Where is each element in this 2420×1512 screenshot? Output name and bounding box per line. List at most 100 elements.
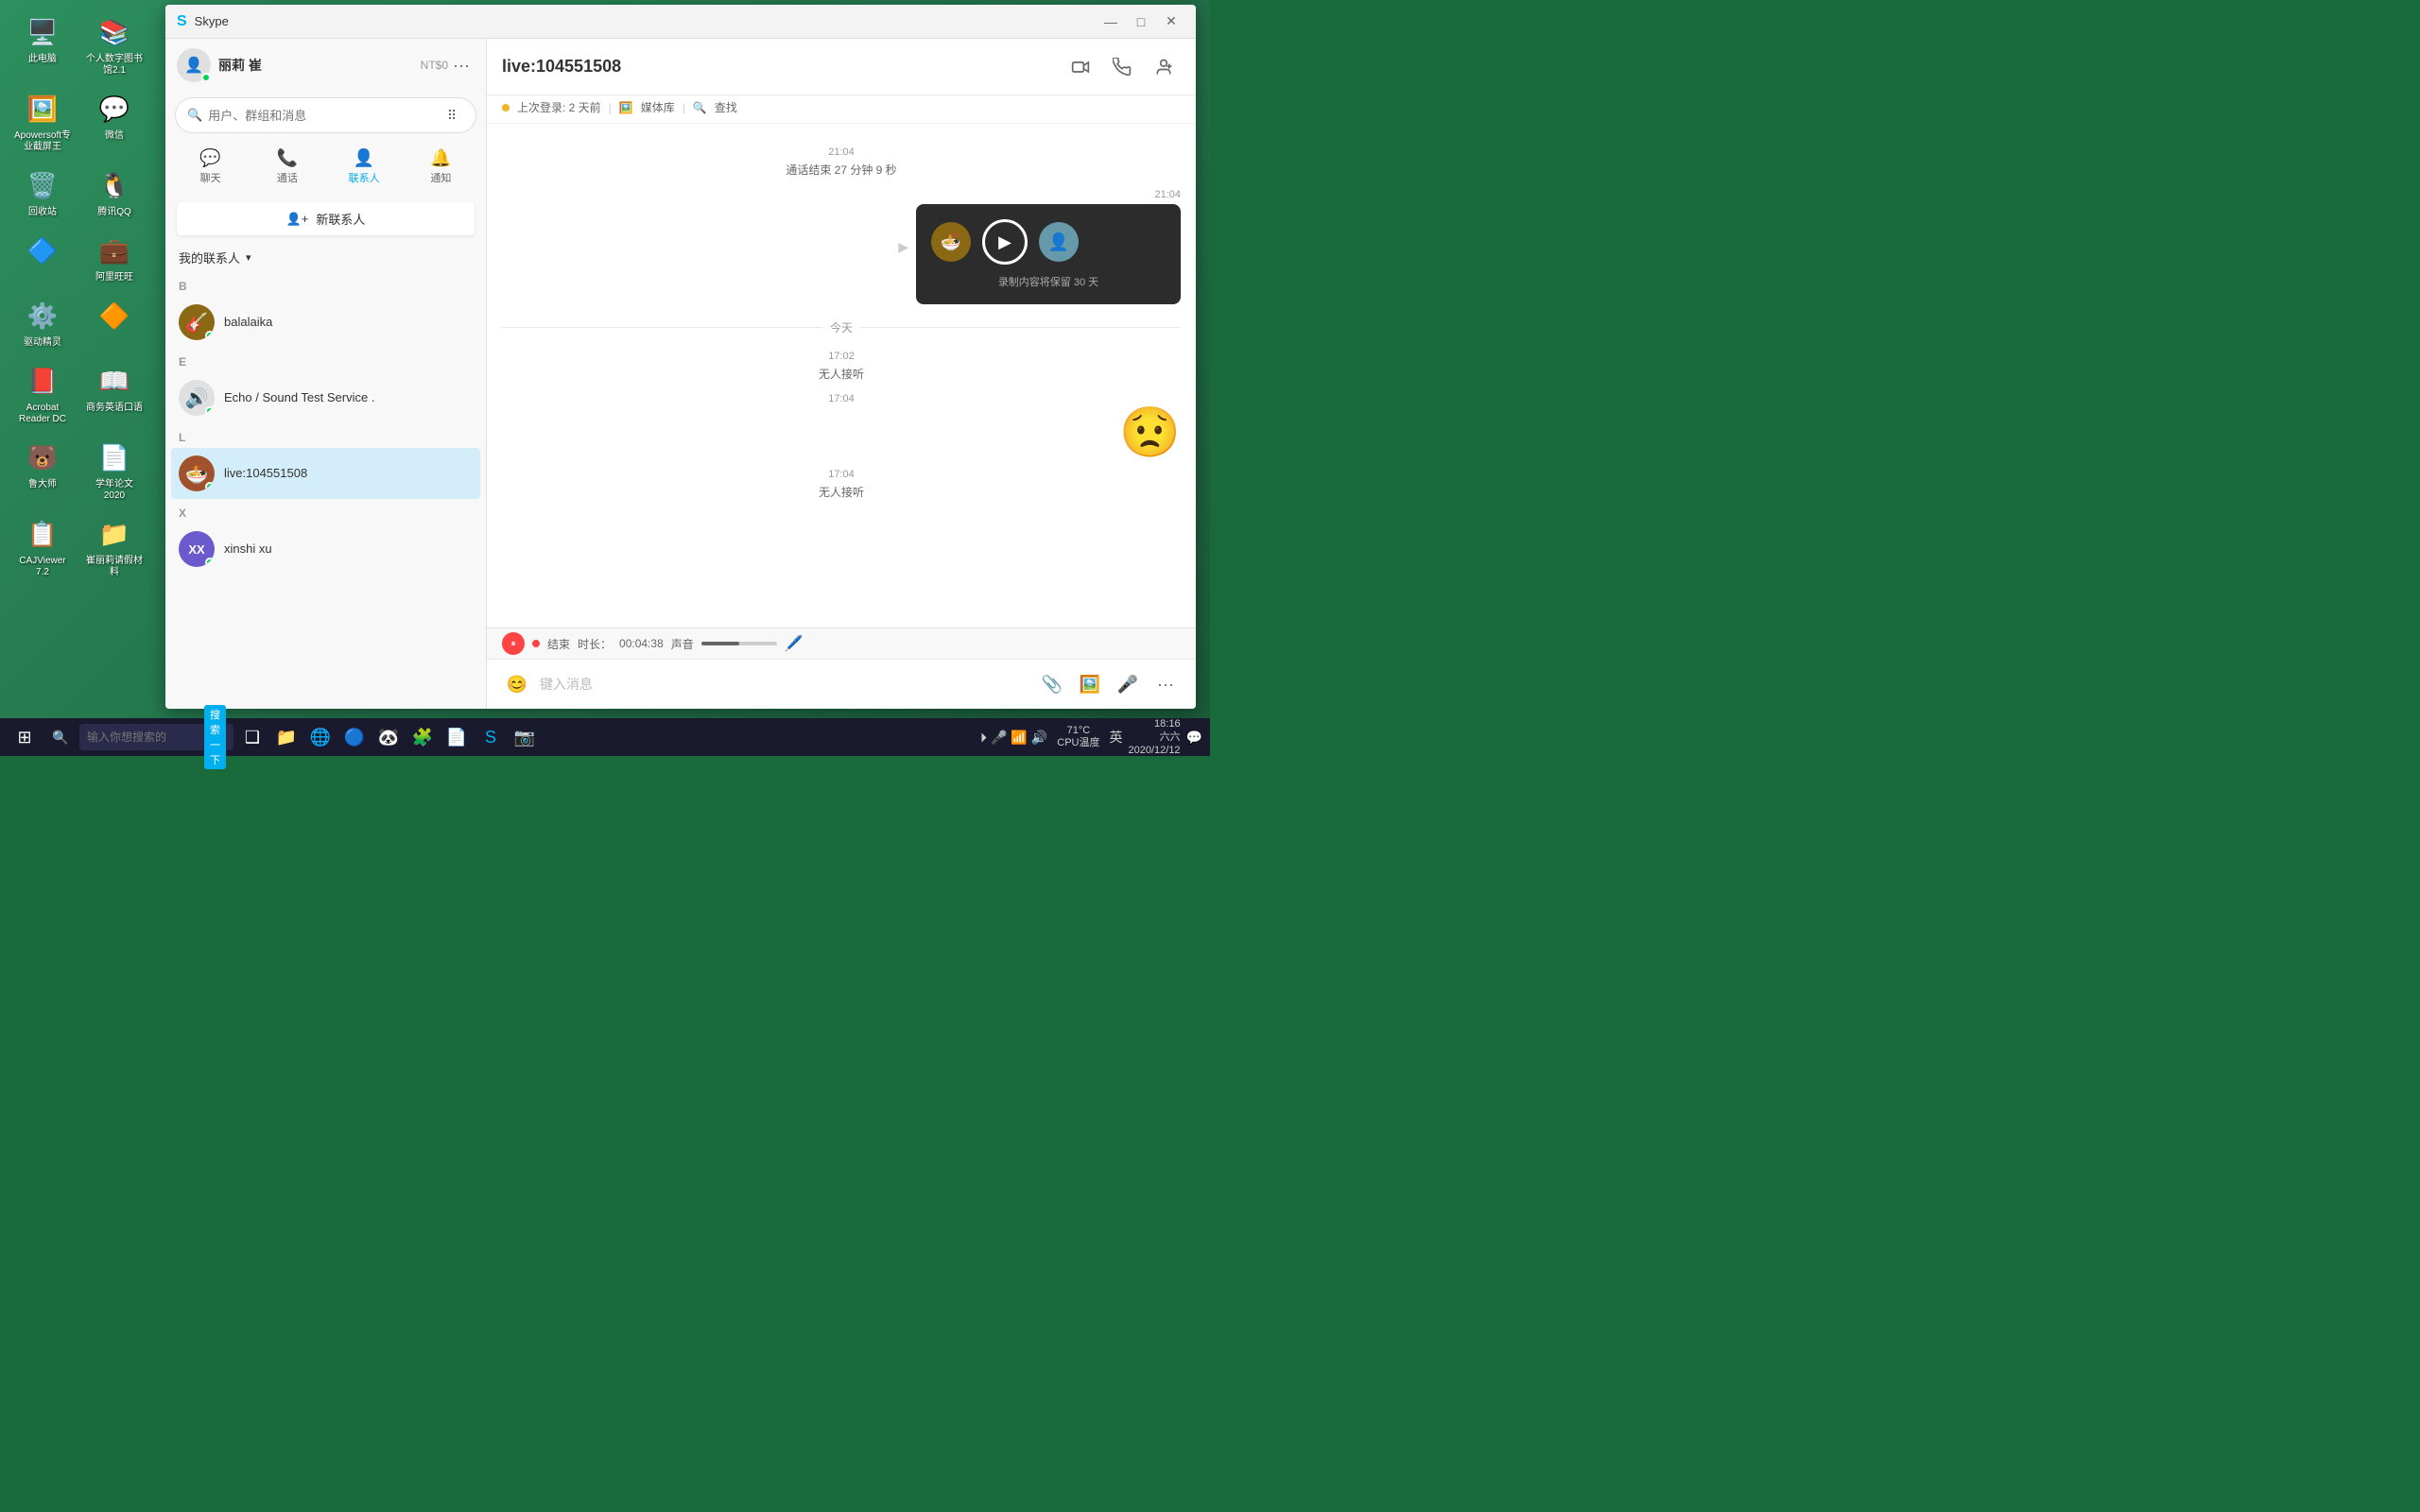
- contacts-list: 我的联系人 ▾ B 🎸 balalaika E: [165, 243, 486, 709]
- desktop-icon-dahu[interactable]: 🐻 鲁大师: [9, 435, 76, 506]
- contact-item-balalaika[interactable]: 🎸 balalaika: [171, 297, 480, 348]
- video-call-button[interactable]: [1063, 50, 1098, 84]
- clock-date: 2020/12/12: [1129, 744, 1181, 757]
- new-contact-button[interactable]: 👤+ 新联系人: [177, 202, 475, 235]
- chat-header: live:104551508: [487, 39, 1196, 95]
- user-avatar: 👤: [177, 48, 211, 82]
- desktop-icon-1[interactable]: 🔷: [9, 228, 76, 287]
- add-person-button[interactable]: [1147, 50, 1181, 84]
- close-button[interactable]: ✕: [1158, 9, 1184, 35]
- call-ended-message: 通话结束 27 分钟 9 秒: [502, 162, 1181, 178]
- sad-emoji: 😟: [1119, 408, 1181, 457]
- desktop-icon-holiday[interactable]: 📁 崔丽莉请假材料: [81, 511, 147, 582]
- search-text[interactable]: 查找: [715, 99, 737, 115]
- search-icon: 🔍: [187, 108, 202, 123]
- taskbar-right: ⏵ 🎤 📶 🔊 71°C CPU温度 英 18:16 六六 2020/12/12…: [980, 717, 1202, 758]
- taskbar-search-bar: 搜索一下: [79, 724, 233, 750]
- search-input[interactable]: [208, 109, 434, 123]
- taskbar-pdf[interactable]: 📄: [441, 722, 472, 752]
- minimize-button[interactable]: —: [1098, 9, 1124, 35]
- taskbar-chrome[interactable]: 🔵: [339, 722, 370, 752]
- desktop-icon-caj[interactable]: 📋 CAJViewer 7.2: [9, 511, 76, 582]
- time-label-4: 17:04: [502, 469, 1181, 480]
- audio-call-button[interactable]: [1105, 50, 1139, 84]
- recording-indicator: [532, 640, 540, 647]
- contact-item-live[interactable]: 🍜 live:104551508: [171, 448, 480, 499]
- recording-card: 🍜 ▶ 👤 录制内容将保留 30 天: [916, 204, 1181, 304]
- contact-item-xinshi[interactable]: XX xinshi xu: [171, 524, 480, 575]
- avatar-live: 🍜: [179, 455, 215, 491]
- taskbar-app-5[interactable]: 🧩: [407, 722, 438, 752]
- voice-button[interactable]: 🎤: [1113, 669, 1143, 699]
- image-button[interactable]: 🖼️: [1075, 669, 1105, 699]
- tab-chat[interactable]: 💬 聊天: [173, 143, 248, 191]
- desktop-icon-driver[interactable]: ⚙️ 驱动精灵: [9, 293, 76, 352]
- user-balance: NT$0: [421, 59, 448, 72]
- status-dot: [205, 331, 215, 340]
- desktop-icon-apowersoft[interactable]: 🖼️ Apowersoft专业截屏王: [9, 86, 76, 157]
- clock-day: 六六: [1160, 730, 1181, 744]
- pause-recording-button[interactable]: ⏸: [502, 632, 525, 655]
- contact-item-echo[interactable]: 🔊 Echo / Sound Test Service .: [171, 372, 480, 423]
- main-layout: 👤 丽莉 崔 NT$0 ··· 🔍 ⠿ 💬 聊天 📞: [165, 39, 1196, 709]
- media-library-text[interactable]: 媒体库: [641, 99, 675, 115]
- wifi-tray-icon[interactable]: 📶: [1011, 730, 1027, 746]
- desktop-icon-library[interactable]: 📚 个人数字图书馆2.1: [81, 9, 147, 80]
- taskbar: ⊞ 🔍 搜索一下 ❑ 📁 🌐 🔵 🐼 🧩 📄 S 📷 ⏵ 🎤 📶 🔊 71°C …: [0, 718, 1210, 756]
- start-button[interactable]: ⊞: [8, 720, 42, 754]
- play-button[interactable]: ▶: [982, 219, 1028, 265]
- emoji-button[interactable]: 😊: [502, 669, 532, 699]
- fwd-arrow: ▶: [898, 239, 908, 255]
- nav-tabs: 💬 聊天 📞 通话 👤 联系人 🔔 通知: [165, 139, 486, 195]
- recording-end-label: 结束: [547, 636, 570, 652]
- desktop-icon-recycle[interactable]: 🗑️ 回收站: [9, 163, 76, 222]
- contact-info-xinshi: xinshi xu: [224, 541, 473, 558]
- message-input[interactable]: [540, 671, 1029, 697]
- tab-notify[interactable]: 🔔 通知: [404, 143, 478, 191]
- title-bar-text: Skype: [195, 14, 1098, 28]
- desktop-icon-2[interactable]: 🔶: [81, 293, 147, 352]
- volume-tray-icon[interactable]: 🔊: [1031, 730, 1047, 746]
- clock[interactable]: 18:16 六六 2020/12/12: [1129, 717, 1181, 758]
- taskbar-explorer[interactable]: 📁: [271, 722, 302, 752]
- attachment-button[interactable]: 📎: [1037, 669, 1067, 699]
- taskbar-edge[interactable]: 🌐: [305, 722, 336, 752]
- task-view-button[interactable]: ❑: [237, 722, 268, 752]
- tab-contacts[interactable]: 👤 联系人: [327, 143, 402, 191]
- taskbar-skype[interactable]: S: [475, 722, 506, 752]
- desktop-icon-thesis[interactable]: 📄 学年论文2020: [81, 435, 147, 506]
- lang-indicator[interactable]: 英: [1110, 728, 1123, 747]
- volume-slider[interactable]: [701, 642, 777, 645]
- chat-panel: live:104551508: [487, 39, 1196, 709]
- notification-icon[interactable]: 💬: [1186, 730, 1202, 746]
- sidebar: 👤 丽莉 崔 NT$0 ··· 🔍 ⠿ 💬 聊天 📞: [165, 39, 487, 709]
- mic-tray-icon[interactable]: 🎤: [991, 730, 1007, 746]
- search-go-button[interactable]: 搜索一下: [204, 705, 226, 769]
- grid-button[interactable]: ⠿: [440, 103, 464, 128]
- desktop-icons: 🖥️ 此电脑 📚 个人数字图书馆2.1 🖼️ Apowersoft专业截屏王 💬…: [9, 9, 149, 582]
- last-login-text: 上次登录: 2 天前: [517, 99, 601, 115]
- tab-call[interactable]: 📞 通话: [250, 143, 324, 191]
- taskbar-camera[interactable]: 📷: [510, 722, 540, 752]
- section-header-l: L: [171, 423, 480, 448]
- desktop-icon-computer[interactable]: 🖥️ 此电脑: [9, 9, 76, 80]
- chat-header-actions: [1063, 50, 1181, 84]
- recording-duration-value: 00:04:38: [619, 637, 664, 650]
- desktop-icon-wechat[interactable]: 💬 微信: [81, 86, 147, 157]
- media-library-icon: 🖼️: [619, 101, 633, 114]
- my-contacts-header[interactable]: 我的联系人 ▾: [171, 243, 480, 272]
- maximize-button[interactable]: □: [1128, 9, 1154, 35]
- user-more-button[interactable]: ···: [448, 52, 475, 78]
- cpu-temp: 71°C CPU温度: [1057, 725, 1099, 749]
- desktop-icon-english[interactable]: 📖 商务英语口语: [81, 358, 147, 429]
- desktop-icon-qq[interactable]: 🐧 腾讯QQ: [81, 163, 147, 222]
- cortana-button[interactable]: 🔍: [45, 722, 76, 752]
- more-input-button[interactable]: ···: [1150, 669, 1181, 699]
- expand-tray-icon[interactable]: ⏵: [980, 730, 987, 746]
- taskbar-app-4[interactable]: 🐼: [373, 722, 404, 752]
- search-bar: 🔍 ⠿: [175, 97, 476, 133]
- taskbar-search-input[interactable]: [87, 730, 200, 744]
- system-tray: ⏵ 🎤 📶 🔊: [980, 730, 1047, 746]
- desktop-icon-acrobat[interactable]: 📕 Acrobat Reader DC: [9, 358, 76, 429]
- desktop-icon-alibaba[interactable]: 💼 阿里旺旺: [81, 228, 147, 287]
